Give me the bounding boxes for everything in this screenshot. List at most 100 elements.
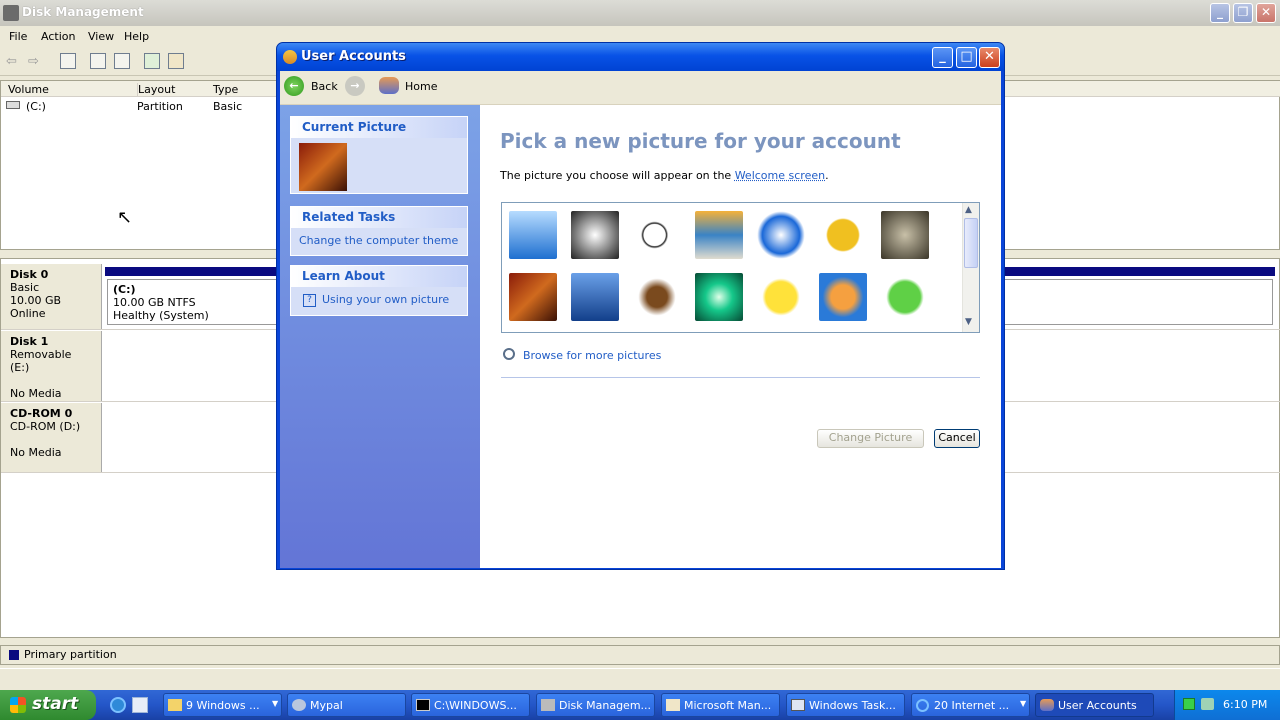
dm-close-button[interactable]: ✕ [1256, 3, 1276, 23]
page-title: Pick a new picture for your account [500, 129, 901, 153]
ua-main-content: Pick a new picture for your account The … [480, 105, 1001, 568]
taskbar: start 9 Windows ... ▼ Mypal C:\WINDOWS...… [0, 690, 1280, 720]
picture-dog[interactable] [633, 273, 681, 321]
change-theme-link[interactable]: Change the computer theme [291, 228, 467, 253]
drive-icon [6, 101, 20, 109]
related-tasks-heading: Related Tasks [291, 207, 467, 228]
browse-pictures[interactable]: Browse for more pictures [501, 347, 701, 365]
picture-airplane[interactable] [509, 211, 557, 259]
forward-arrow-icon[interactable]: → [345, 76, 365, 96]
mypal-icon [292, 699, 306, 711]
picture-butterfly[interactable] [757, 211, 805, 259]
learn-about-panel: Learn About ? Using your own picture [290, 265, 468, 316]
column-volume[interactable]: Volume [8, 83, 49, 96]
picture-picker: ▲ ▼ [501, 202, 980, 333]
menu-file[interactable]: File [9, 30, 27, 43]
taskbar-label: Microsoft Man... [684, 699, 772, 712]
forward-arrow-icon[interactable]: ⇨ [28, 54, 39, 69]
disk-name: CD-ROM 0 [10, 407, 73, 420]
group-arrow-icon: ▼ [272, 699, 279, 708]
taskbar-item-mypal[interactable]: Mypal [287, 693, 406, 717]
back-arrow-icon[interactable]: ⇦ [6, 54, 17, 69]
picture-scrollbar[interactable]: ▲ ▼ [962, 203, 979, 332]
legend: Primary partition [0, 645, 1280, 665]
picture-beach-chairs[interactable] [695, 211, 743, 259]
taskbar-item-user-accounts[interactable]: User Accounts [1035, 693, 1154, 717]
menu-action[interactable]: Action [41, 30, 75, 43]
volume-row[interactable]: (C:) Partition Basic [1, 99, 275, 115]
home-button[interactable]: Home [379, 76, 439, 98]
cancel-button[interactable]: Cancel [934, 429, 980, 448]
magnifier-icon [503, 348, 515, 360]
taskbar-label: Mypal [310, 699, 343, 712]
picture-chess[interactable] [509, 273, 557, 321]
picture-drip[interactable] [695, 273, 743, 321]
disk-name: Disk 1 [10, 335, 49, 348]
description-end: . [825, 169, 829, 182]
scroll-thumb[interactable] [964, 218, 978, 268]
cmd-icon [416, 699, 430, 711]
ua-minimize-button[interactable]: _ [932, 47, 953, 68]
taskbar-label: 9 Windows ... [186, 699, 260, 712]
current-picture-chess-icon [299, 143, 347, 191]
user-accounts-window: User Accounts _ □ ✕ ← Back → Home Curren… [276, 42, 1005, 570]
taskbar-item-microsoft-management[interactable]: Microsoft Man... [661, 693, 780, 717]
help-topic-icon[interactable] [90, 53, 106, 69]
using-own-picture-link[interactable]: Using your own picture [322, 293, 449, 306]
partition-status: Healthy (System) [113, 309, 209, 322]
picture-frog[interactable] [881, 273, 929, 321]
console-tree-icon[interactable] [60, 53, 76, 69]
windows-logo-icon [10, 697, 26, 713]
network-icon[interactable] [1201, 698, 1214, 710]
taskbar-item-disk-management[interactable]: Disk Managem... [536, 693, 655, 717]
taskbar-item-task-manager[interactable]: Windows Task... [786, 693, 905, 717]
internet-explorer-icon[interactable] [110, 697, 126, 713]
show-desktop-icon[interactable] [132, 697, 148, 713]
help-icon: ? [303, 293, 316, 307]
start-button[interactable]: start [0, 690, 96, 720]
picture-duck[interactable] [757, 273, 805, 321]
taskbar-label: C:\WINDOWS... [434, 699, 517, 712]
picture-dirt-bike[interactable] [571, 273, 619, 321]
picture-car[interactable] [819, 211, 867, 259]
dm-title-bar[interactable]: Disk Management _ ❐ ✕ [0, 0, 1280, 26]
scroll-up-icon[interactable]: ▲ [965, 205, 972, 215]
picture-soccer-ball[interactable] [633, 211, 681, 259]
picture-astronaut[interactable] [571, 211, 619, 259]
welcome-screen-link[interactable]: Welcome screen [735, 169, 825, 182]
picture-fish[interactable] [819, 273, 867, 321]
user-accounts-icon [283, 50, 297, 64]
menu-help[interactable]: Help [124, 30, 149, 43]
tray-status-icon[interactable] [1183, 698, 1195, 710]
ua-title-bar[interactable]: User Accounts _ □ ✕ [277, 43, 1004, 71]
status-bar [0, 668, 1280, 688]
change-picture-button[interactable]: Change Picture [817, 429, 924, 448]
disk-management-icon [3, 5, 19, 21]
scroll-down-icon[interactable]: ▼ [965, 317, 972, 327]
disk-status: No Media [10, 387, 62, 400]
ua-maximize-button[interactable]: □ [956, 47, 977, 68]
disk-icon [541, 699, 555, 711]
taskbar-item-cmd[interactable]: C:\WINDOWS... [411, 693, 530, 717]
column-type[interactable]: Type [213, 83, 238, 96]
ua-close-button[interactable]: ✕ [979, 47, 1000, 68]
properties-icon[interactable] [168, 53, 184, 69]
dm-minimize-button[interactable]: _ [1210, 3, 1230, 23]
back-button[interactable]: ← Back [284, 76, 340, 98]
taskbar-item-internet-explorer[interactable]: 20 Internet ... ▼ [911, 693, 1030, 717]
show-pane-icon[interactable] [114, 53, 130, 69]
dm-restore-button[interactable]: ❐ [1233, 3, 1253, 23]
refresh-icon[interactable] [144, 53, 160, 69]
disk-status: Online [10, 307, 46, 320]
column-layout[interactable]: Layout [137, 83, 175, 96]
taskbar-item-windows-explorer[interactable]: 9 Windows ... ▼ [163, 693, 282, 717]
current-picture-panel: Current Picture [290, 116, 468, 194]
menu-view[interactable]: View [88, 30, 114, 43]
system-tray: 6:10 PM [1174, 690, 1280, 720]
picture-cat[interactable] [881, 211, 929, 259]
browse-link[interactable]: Browse for more pictures [523, 349, 661, 362]
clock[interactable]: 6:10 PM [1223, 698, 1267, 711]
legend-label: Primary partition [24, 648, 117, 661]
learn-about-row[interactable]: ? Using your own picture [291, 287, 467, 313]
mmc-icon [666, 699, 680, 711]
